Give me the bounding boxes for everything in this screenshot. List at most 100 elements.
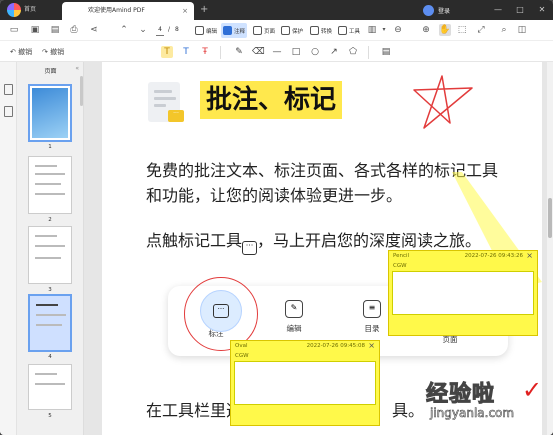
divider (220, 46, 221, 59)
add-tab-button[interactable]: + (200, 3, 208, 17)
save-as-icon[interactable]: ▤ (49, 24, 61, 36)
polygon-icon[interactable]: ⬠ (347, 46, 359, 58)
page-thumbnail[interactable]: 2 (28, 156, 72, 223)
divider (368, 46, 369, 59)
note-header: Oval 2022-07-26 09:45:08 × (231, 341, 379, 353)
oval-icon[interactable]: ○ (309, 46, 321, 58)
page-heading: 批注、标记 (200, 81, 343, 119)
note-text-area[interactable] (392, 271, 534, 315)
card-item-edit[interactable]: ✎ 编辑 (264, 300, 324, 334)
thumbnail-line (35, 183, 61, 185)
login-label: 登录 (438, 7, 451, 15)
convert-icon (310, 26, 319, 35)
watermark-check: ✓ (522, 376, 543, 404)
page-number-input[interactable]: 4 (156, 25, 164, 36)
strikethrough-text-icon[interactable]: Ŧ (199, 46, 211, 58)
minimize-button[interactable]: — (493, 2, 503, 18)
tab-page-label: 页面 (264, 28, 276, 35)
tab-protect[interactable]: 保护 (279, 23, 305, 38)
edit-icon: ✎ (285, 300, 303, 318)
thumbnail-line (36, 324, 62, 326)
para3-b: 具。 (392, 401, 425, 420)
page-thumbnail[interactable]: 3 (28, 226, 72, 293)
thumbnail-line (35, 173, 65, 175)
highlight-text-icon[interactable]: T (161, 46, 173, 58)
arrow-icon[interactable]: ↗ (328, 46, 340, 58)
hand-tool-icon[interactable]: ✋ (439, 24, 451, 36)
redo-button[interactable]: ↷ 撤销 (42, 45, 64, 59)
tab-edit[interactable]: 编辑 (193, 23, 219, 38)
thumbnail-line (36, 304, 58, 306)
undo-label: 撤销 (18, 48, 33, 56)
tab-convert[interactable]: 转换 (308, 23, 334, 38)
thumbnail-line (35, 373, 57, 375)
prev-page-icon[interactable]: ⌃ (118, 24, 130, 36)
viewer-scrollbar-thumb[interactable] (548, 198, 552, 238)
page-thumbnail[interactable]: 1 (28, 84, 72, 150)
sidebar-toggle-icon[interactable]: ◫ (516, 24, 528, 36)
tab-page[interactable]: 页面 (251, 23, 277, 38)
comment-icon[interactable]: ▤ (380, 46, 392, 58)
page-separator: / (168, 26, 171, 33)
zoom-in-icon[interactable]: ⊕ (420, 24, 432, 36)
oval-note-popup[interactable]: Oval 2022-07-26 09:45:08 × CGW (230, 340, 380, 426)
pencil-note-popup[interactable]: Pencil 2022-07-26 09:43:26 × CGW (388, 250, 538, 336)
undo-button[interactable]: ↶ 撤销 (10, 45, 32, 59)
app-logo-icon (7, 3, 21, 17)
toc-icon: ≡ (363, 300, 381, 318)
note-header: Pencil 2022-07-26 09:43:26 × (389, 251, 537, 263)
eraser-icon[interactable]: ⌫ (252, 46, 265, 58)
close-icon[interactable]: × (526, 251, 533, 260)
thumbnails-icon[interactable] (4, 84, 13, 95)
rectangle-icon[interactable]: □ (290, 46, 302, 58)
next-page-icon[interactable]: ⌄ (137, 24, 149, 36)
illustration-line (154, 90, 172, 93)
collapse-panel-icon[interactable]: « (75, 65, 79, 72)
note-time: 2022-07-26 09:45:08 (306, 343, 365, 349)
tab-home[interactable]: 首页 (24, 4, 36, 16)
avatar (423, 4, 434, 16)
thumbnail-line (35, 165, 57, 167)
open-file-icon[interactable]: ▭ (8, 24, 20, 36)
view-mode-icon[interactable]: ▥ (366, 24, 378, 36)
comment-icon: ··· (213, 304, 229, 318)
pencil-star-annotation[interactable] (402, 68, 482, 138)
print-icon[interactable]: ⎙ (68, 24, 80, 36)
thumbnail-cover-art (32, 88, 68, 138)
thumbnail-line (36, 314, 66, 316)
page-thumbnail-number: 3 (48, 287, 52, 293)
select-tool-icon[interactable]: ⬚ (456, 24, 468, 36)
zoom-out-icon[interactable]: ⊖ (392, 24, 404, 36)
thumbnail-panel-title: 页面 (44, 68, 57, 75)
chevron-down-icon[interactable]: ▾ (378, 24, 390, 36)
tab-tools[interactable]: 工具 (336, 23, 362, 38)
line-icon[interactable]: — (271, 46, 283, 58)
note-author: CGW (393, 263, 407, 269)
save-icon[interactable]: ▣ (29, 24, 41, 36)
tab-tools-label: 工具 (349, 28, 361, 35)
underline-text-icon[interactable]: T (180, 46, 192, 58)
thumbnail-line (35, 257, 61, 259)
search-icon[interactable]: ⌕ (498, 24, 510, 36)
maximize-button[interactable]: □ (515, 2, 525, 18)
note-text-area[interactable] (234, 361, 376, 405)
login-button[interactable]: 登录 (423, 3, 450, 17)
comment-bubble-icon: ··· (168, 110, 184, 122)
app-window: 首页 欢迎使用Amind PDF × + 登录 — □ ✕ ▭ ▣ ▤ ⎙ ⋖ … (0, 0, 553, 435)
close-window-button[interactable]: ✕ (537, 2, 547, 18)
tab-document[interactable]: 欢迎使用Amind PDF × (62, 2, 194, 20)
thumbnail-scrollbar[interactable] (80, 76, 83, 106)
close-icon[interactable]: × (368, 341, 375, 350)
tab-document-label: 欢迎使用Amind PDF (88, 7, 145, 14)
close-tab-icon[interactable]: × (182, 2, 188, 20)
tab-protect-label: 保护 (292, 28, 304, 35)
fit-page-icon[interactable]: ⤢ (475, 24, 487, 36)
bookmarks-icon[interactable] (4, 106, 13, 117)
share-icon[interactable]: ⋖ (88, 24, 100, 36)
page-thumbnail[interactable]: 5 (28, 364, 72, 419)
shield-icon (281, 26, 290, 35)
page-thumbnail-selected[interactable]: 4 (28, 294, 72, 360)
card-item-label: 编辑 (286, 324, 302, 333)
tab-annotate[interactable]: 注释 (221, 23, 248, 38)
pencil-icon[interactable]: ✎ (233, 46, 245, 58)
